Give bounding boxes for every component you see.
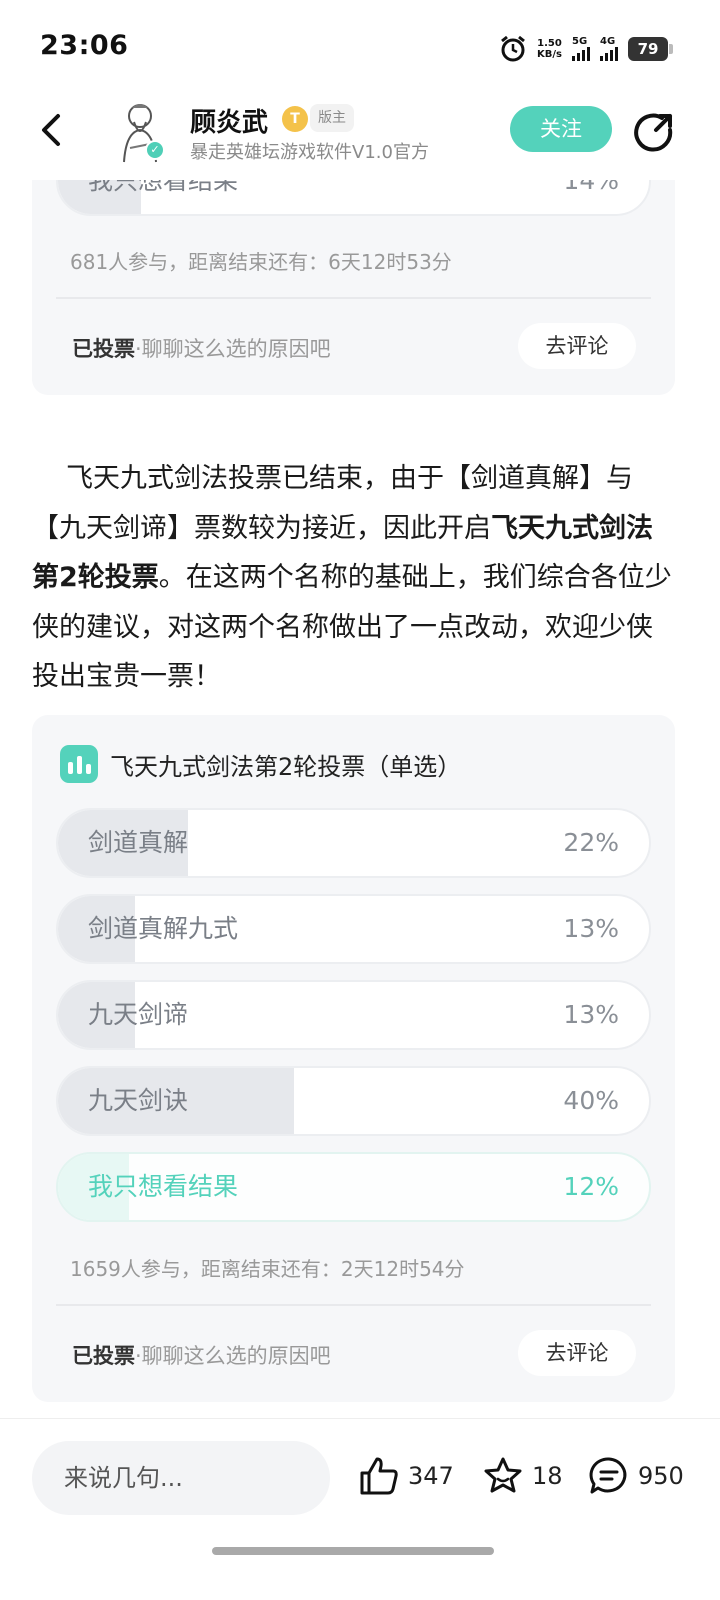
star-icon	[484, 1457, 522, 1493]
status-bar: 23:06 1.50 KB/s 5G 4G 79	[0, 0, 720, 96]
voted-label: 已投票	[72, 1344, 135, 1368]
poll-title-row: 飞天九式剑法第2轮投票（单选）	[60, 745, 461, 783]
poll-option-label: 剑道真解九式	[88, 914, 239, 943]
voted-status: 已投票·聊聊这么选的原因吧	[72, 1340, 331, 1370]
poll-icon	[60, 745, 98, 783]
battery-icon: 79	[628, 37, 673, 61]
poll-option-percent: 13%	[563, 1000, 619, 1029]
poll-option-percent: 12%	[563, 1172, 619, 1201]
signal-bars-icon	[572, 47, 590, 61]
alarm-icon	[501, 35, 525, 62]
network-speed-value: 1.50	[537, 38, 562, 49]
poll-option[interactable]: 九天剑诀 40%	[56, 1066, 651, 1136]
poll-option-percent: 40%	[563, 1086, 619, 1115]
poll-option-label: 九天剑诀	[88, 1086, 189, 1115]
bottom-action-bar: 来说几句... 347 18 950	[0, 1418, 720, 1600]
comment-count: 950	[638, 1462, 684, 1490]
share-icon[interactable]	[632, 110, 676, 154]
like-count: 347	[408, 1462, 454, 1490]
poll-option-percent: 13%	[563, 914, 619, 943]
role-badge: 版主	[310, 104, 354, 132]
like-button[interactable]: 347	[358, 1455, 454, 1497]
poll-option-label: 九天剑谛	[88, 1000, 189, 1029]
signal-5g-label: 5G	[572, 36, 588, 47]
favorite-count: 18	[532, 1462, 563, 1490]
voted-status: 已投票·聊聊这么选的原因吧	[72, 333, 331, 363]
status-time: 23:06	[40, 30, 129, 61]
poll-option[interactable]: 九天剑谛 13%	[56, 980, 651, 1050]
favorite-button[interactable]: 18	[482, 1455, 563, 1497]
battery-level: 79	[637, 40, 659, 58]
poll-participants: 681人参与，距离结束还有：6天12时53分	[70, 250, 452, 274]
divider	[56, 1304, 651, 1306]
follow-button[interactable]: 关注	[510, 106, 612, 152]
author-name[interactable]: 顾炎武	[190, 102, 268, 139]
divider	[56, 297, 651, 299]
poll-option-selected[interactable]: 我只想看结果 12%	[56, 1152, 651, 1222]
voted-hint: ·聊聊这么选的原因吧	[135, 337, 331, 361]
poll-option-label: 剑道真解	[88, 828, 189, 857]
poll-title: 飞天九式剑法第2轮投票（单选）	[110, 752, 462, 781]
verified-icon: ✓	[145, 140, 165, 160]
signal-4g: 4G	[600, 37, 618, 61]
network-speed: 1.50 KB/s	[537, 38, 562, 60]
home-indicator[interactable]	[212, 1547, 494, 1555]
comment-icon	[589, 1457, 627, 1494]
poll-card: 飞天九式剑法第2轮投票（单选） 剑道真解 22% 剑道真解九式 13% 九天剑谛…	[32, 715, 675, 1402]
status-icons: 1.50 KB/s 5G 4G 79	[499, 34, 673, 64]
comment-input[interactable]: 来说几句...	[32, 1441, 330, 1515]
post-body-text: 飞天九式剑法投票已结束，由于【剑道真解】与【九天剑谛】票数较为接近，因此开启飞天…	[32, 454, 678, 702]
poll-option-percent: 22%	[563, 828, 619, 857]
like-icon	[360, 1457, 398, 1495]
network-speed-unit: KB/s	[537, 49, 562, 60]
poll-option[interactable]: 剑道真解 22%	[56, 808, 651, 878]
post-header: ✓ 顾炎武 T 版主 暴走英雄坛游戏软件V1.0官方 关注	[0, 96, 720, 180]
level-badge: T	[282, 106, 308, 132]
poll-option-label: 我只想看结果	[88, 1172, 239, 1201]
comments-button[interactable]: 950	[588, 1455, 684, 1497]
voted-label: 已投票	[72, 337, 135, 361]
go-comment-button[interactable]: 去评论	[518, 1330, 636, 1376]
author-subtitle: 暴走英雄坛游戏软件V1.0官方	[190, 142, 429, 163]
poll-participants: 1659人参与，距离结束还有：2天12时54分	[70, 1257, 465, 1281]
voted-hint: ·聊聊这么选的原因吧	[135, 1344, 331, 1368]
signal-bars-icon	[600, 47, 618, 61]
signal-4g-label: 4G	[600, 36, 616, 47]
signal-5g: 5G	[572, 37, 590, 61]
go-comment-button[interactable]: 去评论	[518, 323, 636, 369]
back-icon[interactable]	[30, 108, 74, 152]
poll-option[interactable]: 剑道真解九式 13%	[56, 894, 651, 964]
